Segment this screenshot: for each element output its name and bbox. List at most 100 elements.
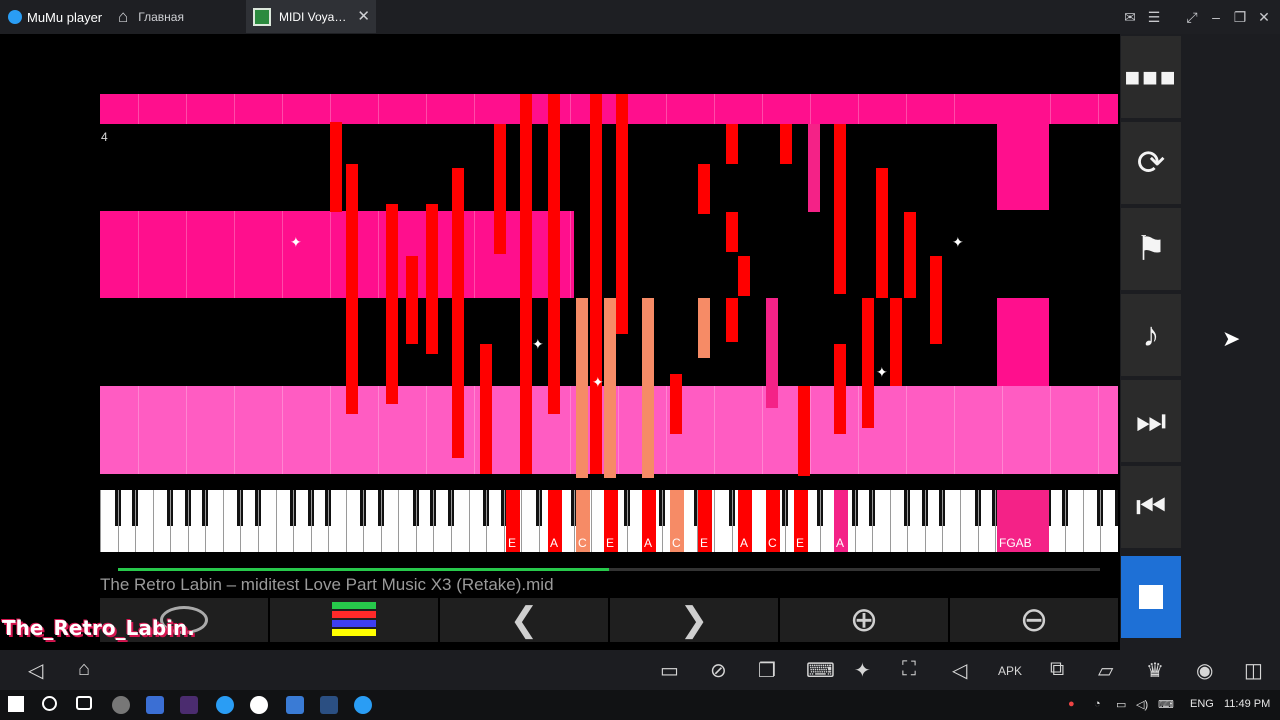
antivirus-icon[interactable]: ● [1068,698,1075,710]
android-home-icon[interactable]: ⌂ [78,658,90,681]
lane-divider [234,386,235,474]
close-tab-icon[interactable]: ✕ [357,7,370,25]
keyboard-icon[interactable]: ⌨ [806,658,835,683]
white-key-divider [872,490,874,552]
sparkle-icon: ✦ [592,374,604,390]
white-key-divider [503,490,505,552]
key-note-label: A [836,536,845,550]
lane-divider [810,386,811,474]
clock[interactable]: 11:49 PM [1224,698,1270,710]
windows-start-icon[interactable] [8,696,24,712]
wifi-icon[interactable]: ◔ [1094,698,1101,710]
restore-icon[interactable]: ❐ [1230,8,1250,26]
skip-forward-button[interactable]: ⏭ [1121,380,1181,462]
white-key-divider [854,490,856,552]
tempo-button[interactable]: ♪ [1121,294,1181,376]
mouse-cursor-icon: ➤ [1222,326,1241,351]
note-block [997,94,1049,210]
piano-keyboard[interactable]: E A C E A C E A C E A FGAB [100,490,1118,552]
mail-icon[interactable]: ✉ [1120,8,1140,26]
tab-home[interactable]: ⌂ Главная [118,0,238,33]
marker-button[interactable]: ⚑ [1121,208,1181,290]
colors-button[interactable] [270,598,438,642]
chrome-icon[interactable] [112,696,130,714]
app-icon[interactable] [286,696,304,714]
home-icon: ⌂ [118,6,129,26]
loop-button[interactable]: ⟳ [1121,122,1181,204]
white-key-divider [819,490,821,552]
more-button[interactable]: ■■■ [1121,36,1181,118]
falling-note [726,212,738,252]
next-button[interactable]: ❯ [610,598,778,642]
progress-bar[interactable] [118,568,1100,571]
telegram-icon[interactable] [216,696,234,714]
app-icon[interactable] [320,696,338,714]
falling-note [670,374,682,434]
bottom-controls: ❮ ❯ ⊕ ⊖ [100,598,1120,644]
multi-instance-icon[interactable]: ❐ [758,658,776,683]
zoom-out-button[interactable]: ⊖ [950,598,1118,642]
location-icon[interactable]: ◉ [1196,658,1213,683]
white-key-divider [433,490,435,552]
chevron-left-icon: ❮ [509,601,539,639]
battery-icon[interactable]: ▭ [1116,698,1126,711]
menu-icon[interactable]: ☰ [1144,8,1164,26]
windows-taskbar: ● ◔ ▭ ◁) ⌨ ENG 11:49 PM [0,690,1280,720]
crop-icon[interactable]: ⧉ [1050,658,1064,681]
rotate-icon[interactable]: ◫ [1244,658,1263,683]
lane-divider [330,211,331,298]
close-window-icon[interactable]: ✕ [1254,8,1274,26]
app-icon[interactable] [180,696,198,714]
lane-divider [474,94,475,124]
pressed-key-group: FGAB [997,490,1049,552]
back-icon[interactable]: ◁ [28,658,43,683]
keyboard-tray-icon[interactable]: ⌨ [1158,698,1174,711]
pressed-key: A [834,490,848,552]
yandex-icon[interactable] [250,696,268,714]
app-icon[interactable] [146,696,164,714]
zoom-in-button[interactable]: ⊕ [780,598,948,642]
shake-icon[interactable]: ♛ [1146,658,1164,683]
white-key-divider [731,490,733,552]
tab-midi-voyager[interactable]: MIDI Voya… ✕ [246,0,376,33]
lane-divider [138,211,139,298]
fullscreen-icon[interactable]: ⛶ [902,658,916,681]
skip-back-button[interactable]: ⏮ [1121,466,1181,548]
gamepad-icon[interactable]: ✦ [854,658,871,683]
falling-note [386,204,398,404]
black-key[interactable] [1115,490,1118,526]
lane-divider [714,94,715,124]
pressed-key: A [738,490,752,552]
language-indicator[interactable]: ENG [1190,698,1214,710]
minimize-icon[interactable]: – [1206,8,1226,26]
falling-note [738,256,750,296]
white-key-divider [591,490,593,552]
mumu-taskbar-icon[interactable] [354,696,372,714]
folder-icon[interactable]: ▱ [1098,658,1113,683]
pressed-key: E [604,490,618,552]
install-apk-icon[interactable]: APK [998,664,1022,678]
white-key-divider [573,490,575,552]
speaker-icon[interactable]: ◁) [1136,698,1148,711]
key-note-label: C [768,536,777,550]
pressed-key: C [766,490,780,552]
volume-icon[interactable]: ◁ [952,658,967,683]
loop-icon: ⟳ [1136,144,1166,182]
lane-divider [138,94,139,124]
white-key-divider [486,490,488,552]
operation-record-icon[interactable]: ⊘ [710,658,727,683]
previous-button[interactable]: ❮ [440,598,608,642]
record-icon[interactable]: ▭ [660,658,679,683]
pressed-key: E [698,490,712,552]
falling-note [426,204,438,354]
lane-divider [906,386,907,474]
search-icon[interactable] [42,696,57,711]
white-key-divider [1082,490,1084,552]
app-thumbnail-icon [253,7,271,26]
key-note-label: E [508,536,517,550]
task-view-icon[interactable] [76,696,92,710]
progress-fill [118,568,609,571]
piano-roll[interactable]: ✦ ✦ ✦ ✦ ✦ 4 [100,34,1120,490]
stop-button[interactable] [1121,556,1181,638]
pin-icon[interactable]: ⤢ [1182,8,1202,26]
